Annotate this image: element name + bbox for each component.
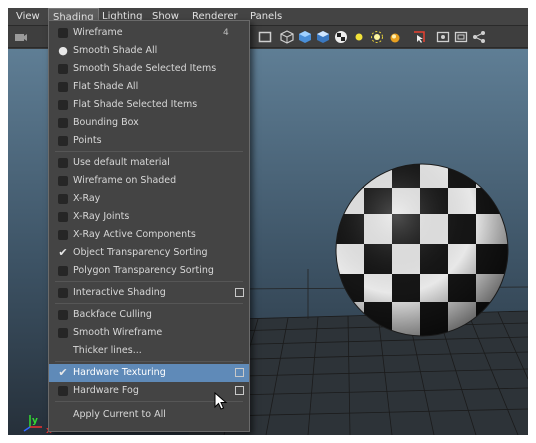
unchecked-icon [58,230,68,240]
menu-item-points[interactable]: Points [49,132,249,150]
cube-smooth-icon[interactable] [316,30,330,44]
menu-item-thicker-lines[interactable]: Thicker lines... [49,342,249,360]
menu-item-smooth-shade-selected[interactable]: Smooth Shade Selected Items [49,60,249,78]
unchecked-icon [58,266,68,276]
mouse-cursor-icon [214,392,228,410]
menu-item-smooth-shade-all[interactable]: ● Smooth Shade All [49,42,249,60]
unchecked-icon [58,328,68,338]
unchecked-icon [58,386,68,396]
menu-item-x-ray[interactable]: X-Ray [49,190,249,208]
option-box-icon[interactable] [235,368,244,377]
frame-icon[interactable] [258,30,272,44]
menu-item-use-default-material[interactable]: Use default material [49,154,249,172]
unchecked-icon [58,100,68,110]
share-icon[interactable] [472,30,486,44]
unchecked-icon [58,82,68,92]
camera-icon[interactable] [14,30,28,44]
unchecked-icon [58,136,68,146]
resolution-gate-icon[interactable] [454,30,468,44]
menu-item-object-transparency-sorting[interactable]: ✔ Object Transparency Sorting [49,244,249,262]
sun-icon[interactable] [370,30,384,44]
select-icon[interactable] [412,30,426,44]
menu-item-wireframe[interactable]: Wireframe 4 [49,24,249,42]
menu-separator [55,303,243,304]
checkmark-icon: ✔ [58,366,68,379]
menu-separator [55,151,243,152]
unchecked-icon [58,194,68,204]
unchecked-icon [58,158,68,168]
menu-view[interactable]: View [12,8,44,26]
unchecked-icon [58,64,68,74]
unchecked-icon [58,118,68,128]
shading-menu: Wireframe 4 ● Smooth Shade All Smooth Sh… [48,20,250,432]
maya-panel: View Shading Lighting Show Renderer Pane… [8,8,528,435]
unchecked-icon [58,310,68,320]
option-box-icon[interactable] [235,288,244,297]
menu-item-flat-shade-selected[interactable]: Flat Shade Selected Items [49,96,249,114]
checker-sphere [336,164,508,336]
menu-separator [55,361,243,362]
menu-item-bounding-box[interactable]: Bounding Box [49,114,249,132]
menu-item-x-ray-active-components[interactable]: X-Ray Active Components [49,226,249,244]
unchecked-icon [58,28,68,38]
menu-item-hardware-texturing[interactable]: ✔ Hardware Texturing [49,364,249,382]
menu-item-backface-culling[interactable]: Backface Culling [49,306,249,324]
film-gate-icon[interactable] [436,30,450,44]
menu-item-x-ray-joints[interactable]: X-Ray Joints [49,208,249,226]
menu-item-wireframe-on-shaded[interactable]: Wireframe on Shaded [49,172,249,190]
menu-item-smooth-wireframe[interactable]: Smooth Wireframe [49,324,249,342]
option-box-icon[interactable] [235,386,244,395]
menu-item-interactive-shading[interactable]: Interactive Shading [49,284,249,302]
menu-separator [55,281,243,282]
cube-shaded-icon[interactable] [298,30,312,44]
unchecked-icon [58,288,68,298]
checker-icon[interactable] [334,30,348,44]
menu-item-polygon-transparency-sorting[interactable]: Polygon Transparency Sorting [49,262,249,280]
unchecked-icon [58,212,68,222]
light-icon[interactable] [352,30,366,44]
axis-y-label: y [32,416,38,426]
checkmark-icon: ✔ [58,246,68,259]
cube-wire-icon[interactable] [280,30,294,44]
radio-dot-icon: ● [58,44,68,57]
menu-item-flat-shade-all[interactable]: Flat Shade All [49,78,249,96]
lights-icon[interactable] [388,30,402,44]
menu-panels[interactable]: Panels [246,8,286,26]
unchecked-icon [58,176,68,186]
